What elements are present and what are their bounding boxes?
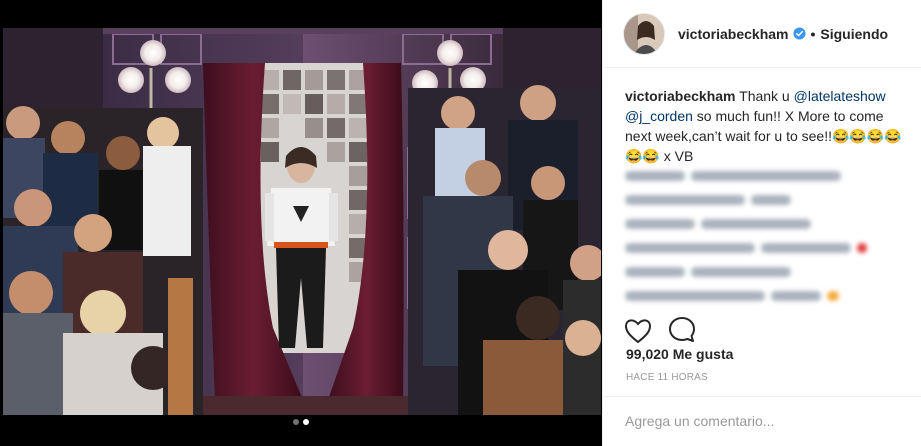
mention-link[interactable]: @latelateshow	[794, 88, 886, 104]
blurred-comment	[625, 238, 915, 258]
carousel-dot[interactable]	[293, 419, 299, 425]
carousel-dot-active[interactable]	[303, 419, 309, 425]
likes-count[interactable]: 99,020 Me gusta	[626, 346, 733, 362]
blurred-comment	[625, 214, 915, 234]
caption: victoriabeckham Thank u @latelateshow @j…	[625, 86, 910, 166]
blurred-comment	[625, 262, 915, 282]
blurred-comment	[625, 166, 915, 186]
blurred-comment	[625, 190, 915, 210]
blurred-comments	[625, 166, 915, 310]
post-photo[interactable]	[3, 28, 601, 415]
follow-button[interactable]: Siguiendo	[820, 26, 888, 42]
username[interactable]: victoriabeckham	[678, 26, 789, 42]
verified-badge-icon	[792, 27, 806, 40]
comment-bubble-icon[interactable]	[669, 316, 696, 346]
caption-username[interactable]: victoriabeckham	[625, 88, 736, 104]
audience-right	[408, 85, 601, 415]
audience-left	[3, 106, 203, 415]
separator-dot: •	[810, 25, 816, 42]
caption-text-1: Thank u	[735, 88, 794, 104]
comment-box	[603, 396, 921, 446]
comment-input[interactable]	[625, 409, 905, 433]
post-header: victoriabeckham • Siguiendo	[603, 0, 921, 68]
carousel-indicator	[0, 412, 602, 430]
heart-icon[interactable]	[625, 316, 651, 346]
timestamp: HACE 11 HORAS	[626, 372, 708, 383]
post-actions	[625, 316, 915, 346]
blurred-comment	[625, 286, 915, 306]
mention-link[interactable]: @j_corden	[625, 108, 693, 124]
avatar-image	[624, 13, 664, 54]
media-viewer	[0, 0, 602, 446]
post-sidebar: victoriabeckham • Siguiendo victoriabeck…	[602, 0, 921, 446]
post-image	[3, 28, 601, 415]
avatar[interactable]	[623, 12, 665, 55]
